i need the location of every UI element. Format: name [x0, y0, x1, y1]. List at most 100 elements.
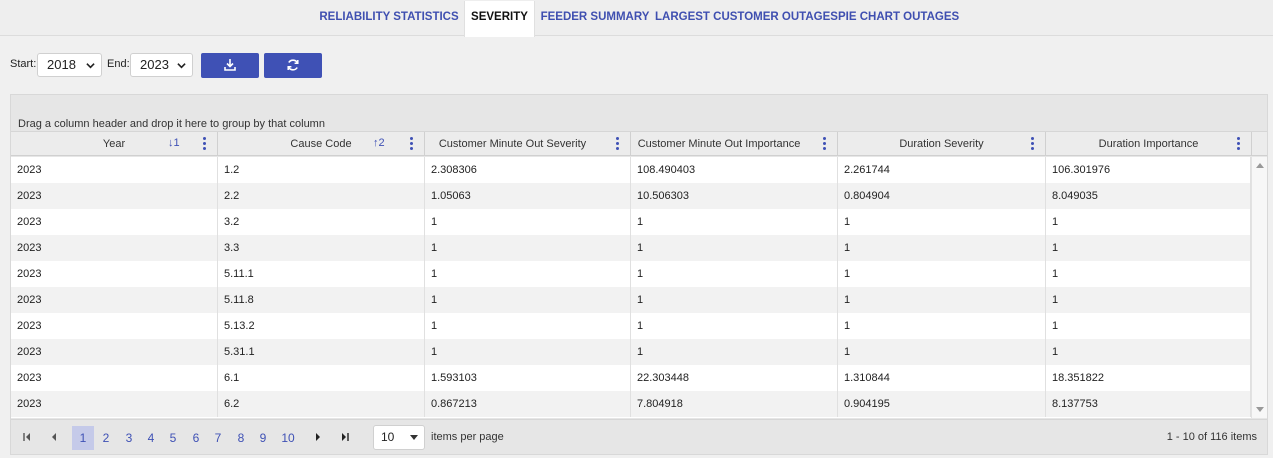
tab-reliability-statistics[interactable]: RELIABILITY STATISTICS [318, 1, 460, 36]
cell-year: 2023 [11, 287, 218, 313]
page-size-select[interactable]: 10 [373, 425, 425, 450]
grid-body: 2023 1.2 2.308306 108.490403 2.261744 106.301… [11, 157, 1251, 418]
cell-cause-code: 1.2 [218, 157, 425, 183]
table-row[interactable]: 2023 5.11.1 1 1 1 1 [11, 261, 1251, 287]
cell-cmo-importance: 1 [631, 313, 838, 339]
cell-cmo-severity: 1.593103 [425, 365, 631, 391]
page-link[interactable]: 10 [275, 426, 301, 450]
download-button[interactable] [201, 53, 259, 78]
page-link[interactable]: 5 [162, 426, 184, 450]
table-row[interactable]: 2023 6.2 0.867213 7.804918 0.904195 8.137753 [11, 391, 1251, 417]
first-page-icon[interactable] [19, 430, 35, 444]
cell-cmo-severity: 1 [425, 235, 631, 261]
cell-duration-severity: 1 [838, 261, 1046, 287]
table-row[interactable]: 2023 6.1 1.593103 22.303448 1.310844 18.35182… [11, 365, 1251, 391]
column-menu-icon[interactable] [1237, 137, 1241, 151]
cell-year: 2023 [11, 313, 218, 339]
toolbar: Start: 2018 End: 2023 [0, 50, 400, 78]
cell-cmo-importance: 1 [631, 261, 838, 287]
cell-duration-severity: 1 [838, 339, 1046, 365]
page-link[interactable]: 8 [230, 426, 252, 450]
column-menu-icon[interactable] [823, 137, 827, 151]
sort-ascending-indicator: ↑2 [373, 137, 385, 149]
cell-cmo-importance: 22.303448 [631, 365, 838, 391]
table-row[interactable]: 2023 3.2 1 1 1 1 [11, 209, 1251, 235]
cell-cmo-severity: 1 [425, 209, 631, 235]
column-title: Duration Severity [899, 138, 984, 150]
table-row[interactable]: 2023 5.31.1 1 1 1 1 [11, 339, 1251, 365]
cell-year: 2023 [11, 183, 218, 209]
refresh-button[interactable] [264, 53, 322, 78]
column-menu-icon[interactable] [410, 137, 414, 151]
column-menu-icon[interactable] [1031, 137, 1035, 151]
cell-year: 2023 [11, 261, 218, 287]
vertical-scrollbar[interactable] [1251, 157, 1267, 418]
grid-header: Year ↓1 Cause Code ↑2 Customer Minute Ou… [11, 131, 1267, 156]
group-drop-area[interactable]: Drag a column header and drop it here to… [18, 118, 325, 130]
cell-duration-importance: 1 [1046, 235, 1251, 261]
cell-duration-importance: 106.301976 [1046, 157, 1251, 183]
cell-cmo-severity: 1 [425, 287, 631, 313]
tab-largest-customer-outages[interactable]: LARGEST CUSTOMER OUTAGES [655, 1, 838, 36]
cell-duration-severity: 1 [838, 313, 1046, 339]
table-row[interactable]: 2023 5.13.2 1 1 1 1 [11, 313, 1251, 339]
table-row[interactable]: 2023 2.2 1.05063 10.506303 0.804904 8.049035 [11, 183, 1251, 209]
cell-cause-code: 3.3 [218, 235, 425, 261]
cell-year: 2023 [11, 235, 218, 261]
scroll-down-arrow-icon[interactable] [1256, 407, 1264, 412]
tab-severity[interactable]: SEVERITY [464, 1, 535, 37]
severity-grid: Drag a column header and drop it here to… [10, 94, 1268, 455]
column-header-duration-severity[interactable]: Duration Severity [838, 132, 1046, 156]
previous-page-icon[interactable] [46, 430, 62, 444]
next-page-icon[interactable] [310, 430, 326, 444]
column-header-duration-importance[interactable]: Duration Importance [1046, 132, 1252, 156]
column-header-cause-code[interactable]: Cause Code ↑2 [218, 132, 425, 156]
page-link[interactable]: 9 [252, 426, 274, 450]
cell-duration-importance: 1 [1046, 339, 1251, 365]
cell-cmo-severity: 1 [425, 261, 631, 287]
tab-pie-chart-outages[interactable]: PIE CHART OUTAGES [838, 1, 959, 36]
cell-duration-importance: 18.351822 [1046, 365, 1251, 391]
cell-cause-code: 5.13.2 [218, 313, 425, 339]
cell-duration-importance: 8.137753 [1046, 391, 1251, 417]
tab-feeder-summary[interactable]: FEEDER SUMMARY [540, 1, 650, 36]
cell-duration-severity: 2.261744 [838, 157, 1046, 183]
column-header-cmo-severity[interactable]: Customer Minute Out Severity [425, 132, 631, 156]
column-title: Customer Minute Out Importance [637, 138, 801, 150]
table-row[interactable]: 2023 1.2 2.308306 108.490403 2.261744 106.301… [11, 157, 1251, 183]
cell-duration-importance: 1 [1046, 287, 1251, 313]
page-link[interactable]: 1 [72, 426, 94, 450]
sort-descending-indicator: ↓1 [168, 137, 180, 149]
page-link[interactable]: 7 [207, 426, 229, 450]
page-link[interactable]: 6 [185, 426, 207, 450]
table-row[interactable]: 2023 3.3 1 1 1 1 [11, 235, 1251, 261]
pager: 1 2 3 4 5 6 7 8 9 10 10 items per page 1 - 10 of … [11, 419, 1267, 454]
last-page-icon[interactable] [337, 430, 353, 444]
table-row[interactable]: 2023 5.11.8 1 1 1 1 [11, 287, 1251, 313]
page-link[interactable]: 4 [140, 426, 162, 450]
pager-info: 1 - 10 of 116 items [1166, 431, 1257, 443]
caret-down-icon [410, 435, 418, 440]
start-year-select[interactable]: 2018 [37, 53, 102, 77]
column-menu-icon[interactable] [616, 137, 620, 151]
refresh-icon [287, 59, 299, 71]
items-per-page-label: items per page [431, 431, 504, 443]
download-icon [224, 59, 236, 71]
cell-cmo-severity: 0.867213 [425, 391, 631, 417]
column-title: Cause Code [290, 138, 352, 150]
cell-year: 2023 [11, 339, 218, 365]
cell-duration-importance: 1 [1046, 209, 1251, 235]
cell-cmo-importance: 108.490403 [631, 157, 838, 183]
chevron-down-icon [177, 63, 186, 69]
end-year-select[interactable]: 2023 [130, 53, 193, 77]
column-menu-icon[interactable] [203, 137, 207, 151]
column-header-cmo-importance[interactable]: Customer Minute Out Importance [631, 132, 838, 156]
page-link[interactable]: 2 [95, 426, 117, 450]
cell-duration-severity: 0.904195 [838, 391, 1046, 417]
cell-duration-severity: 1 [838, 287, 1046, 313]
page-link[interactable]: 3 [118, 426, 140, 450]
scroll-up-arrow-icon[interactable] [1256, 163, 1264, 168]
column-title: Year [102, 138, 126, 150]
end-label: End: [107, 58, 130, 70]
column-header-year[interactable]: Year ↓1 [11, 132, 218, 156]
